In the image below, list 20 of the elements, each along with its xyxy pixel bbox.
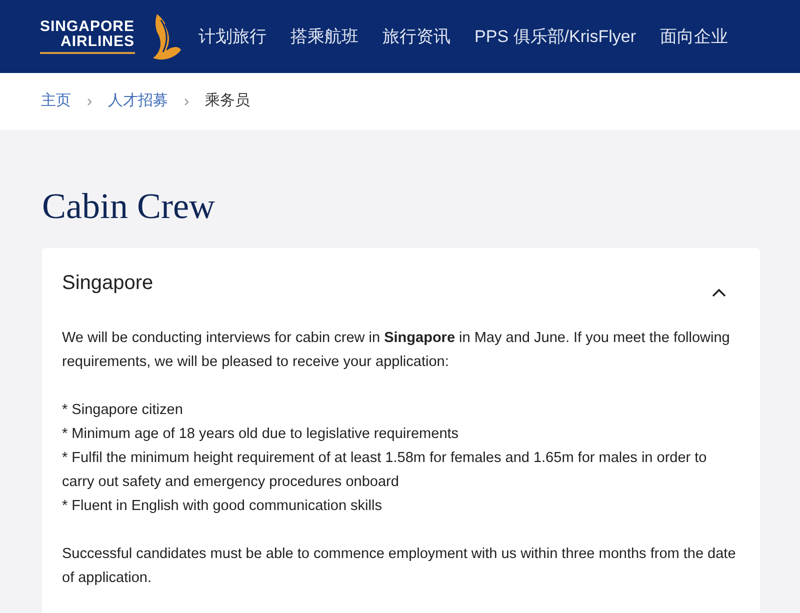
page-title: Cabin Crew [42,187,216,227]
chevron-right-icon [184,98,189,106]
chevron-right-icon [87,98,92,106]
accordion-title[interactable]: Singapore [62,268,154,298]
requirement-item: * Fluent in English with good communication skills [62,496,383,516]
requirement-item: * Singapore citizen [62,400,184,420]
nav-link[interactable]: 面向企业 [660,24,728,50]
nav-link[interactable]: PPS 俱乐部/KrisFlyer [474,24,636,50]
nav-link[interactable]: 计划旅行 [198,24,267,50]
nav-link[interactable]: 搭乘航班 [290,24,359,50]
closing-paragraph: Successful candidates must be able to commence employment with us within three months from the date of application. [62,544,737,588]
breadcrumb-current: 乘务员 [205,91,250,112]
nav-link[interactable]: 旅行资讯 [382,24,451,50]
breadcrumb-link[interactable]: 主页 [41,90,71,113]
intro-paragraph: We will be conducting interviews for cabin crew in Singapore in May and June. If you meet the following requirements, we will be pleased to receive your application: [62,328,731,372]
chevron-up-icon[interactable] [712,288,726,297]
breadcrumb-link[interactable]: 人才招募 [108,90,168,113]
airline-logo[interactable]: SINGAPORE AIRLINES [40,19,135,54]
requirement-item: * Fulfil the minimum height requirement of at least 1.58m for females and 1.65m for males in order to carry out safety and emergency procedures onboard [62,448,708,492]
requirement-item: * Minimum age of 18 years old due to legislative requirements [62,424,460,444]
